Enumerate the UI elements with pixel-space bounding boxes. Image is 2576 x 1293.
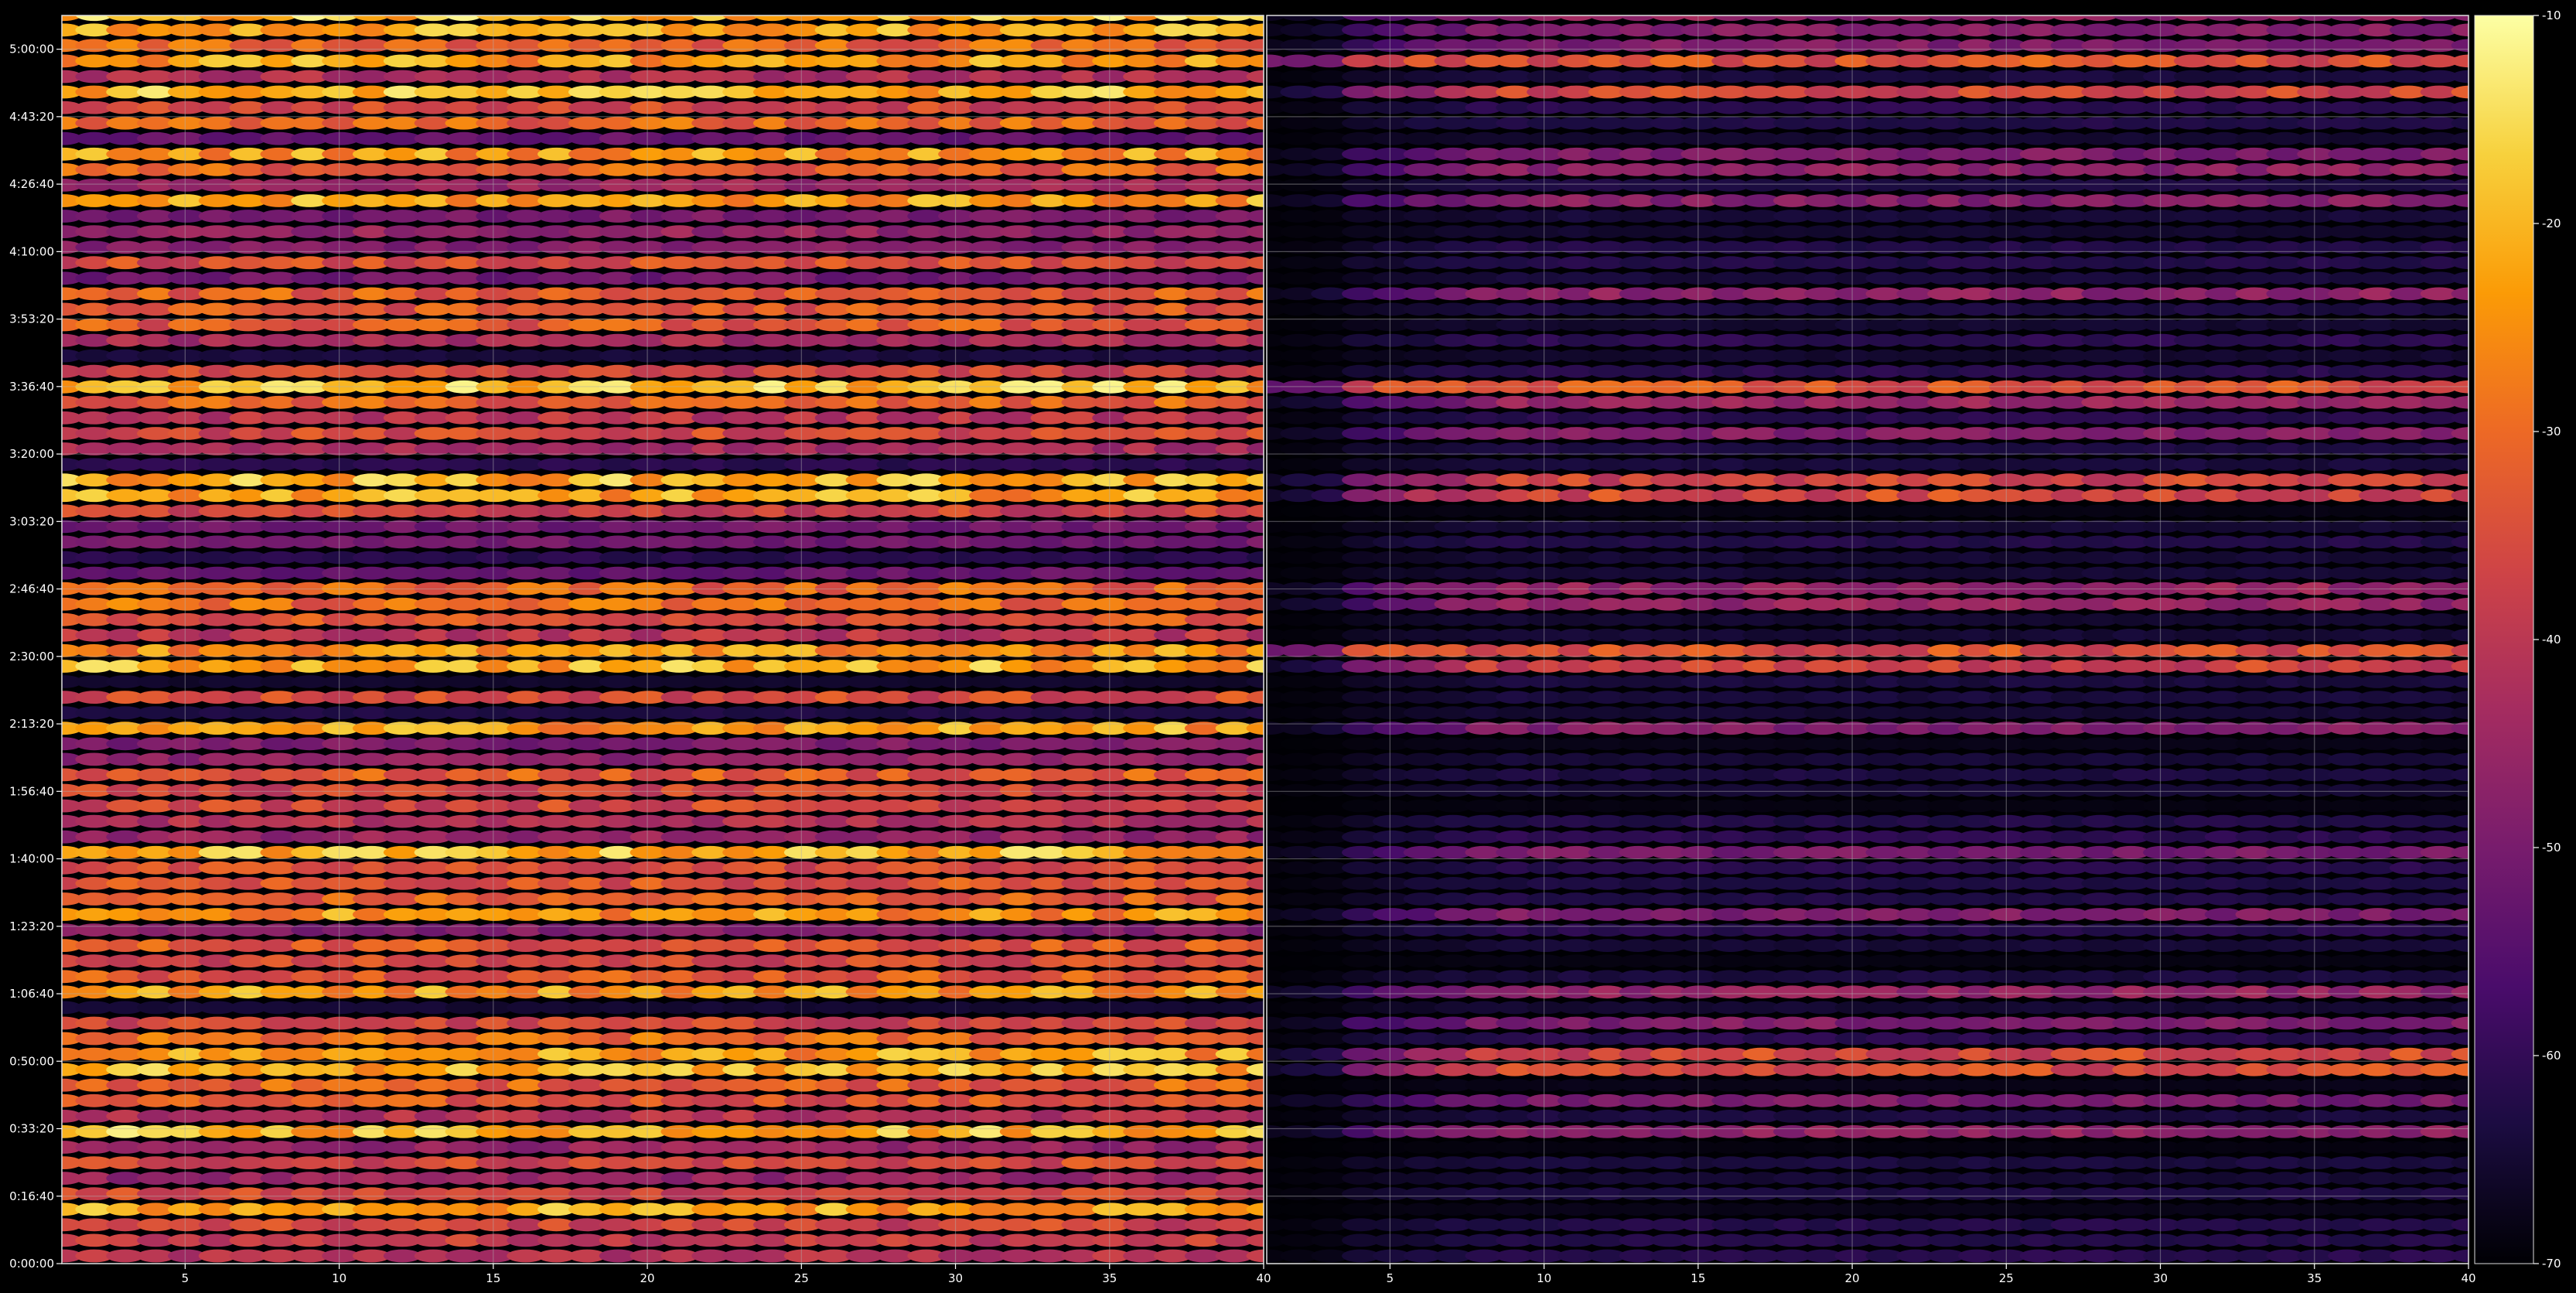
y-tick-label: 0:50:00 [9, 1054, 54, 1068]
x-tick-label: 10 [332, 1271, 346, 1285]
y-tick-label: 3:20:00 [9, 447, 54, 461]
y-tick-label: 0:00:00 [9, 1257, 54, 1271]
y-tick-label: 1:56:40 [9, 784, 54, 798]
x-tick-label: 30 [948, 1271, 963, 1285]
x-tick-label: 20 [640, 1271, 655, 1285]
x-tick-label: 35 [1102, 1271, 1117, 1285]
y-tick-label: 1:40:00 [9, 852, 54, 866]
y-tick-label: 1:06:40 [9, 987, 54, 1001]
y-tick-label: 4:43:20 [9, 110, 54, 124]
y-tick-label: 0:16:40 [9, 1189, 54, 1203]
x-tick-label: 5 [182, 1271, 189, 1285]
y-tick-label: 2:13:20 [9, 717, 54, 731]
right-spectrogram-panel: 5 10 15 20 25 30 35 40 [1266, 15, 2476, 1285]
y-tick-label: 4:10:00 [9, 244, 54, 258]
y-tick-label: 1:23:20 [9, 919, 54, 933]
y-tick-label: 4:26:40 [9, 177, 54, 191]
x-tick-label: 15 [486, 1271, 500, 1285]
y-tick-label: 3:36:40 [9, 380, 54, 394]
left-spectrogram-panel: 5 10 15 20 25 30 35 40 0:00:00 0:16:40 0:33:20 0:5… [9, 15, 1271, 1285]
y-tick-label: 3:03:20 [9, 514, 54, 528]
y-tick-label: 3:53:20 [9, 312, 54, 326]
x-tick-label: 25 [794, 1271, 809, 1285]
y-tick-label: 0:33:20 [9, 1122, 54, 1136]
y-tick-label: 5:00:00 [9, 43, 54, 56]
y-tick-label: 2:46:40 [9, 582, 54, 596]
y-tick-label: 2:30:00 [9, 650, 54, 664]
x-tick-label: 40 [1256, 1271, 1271, 1285]
spectrogram-figure: 5 10 15 20 25 30 35 40 0:00:000:16:400:33:200:5… [0, 0, 2576, 1293]
